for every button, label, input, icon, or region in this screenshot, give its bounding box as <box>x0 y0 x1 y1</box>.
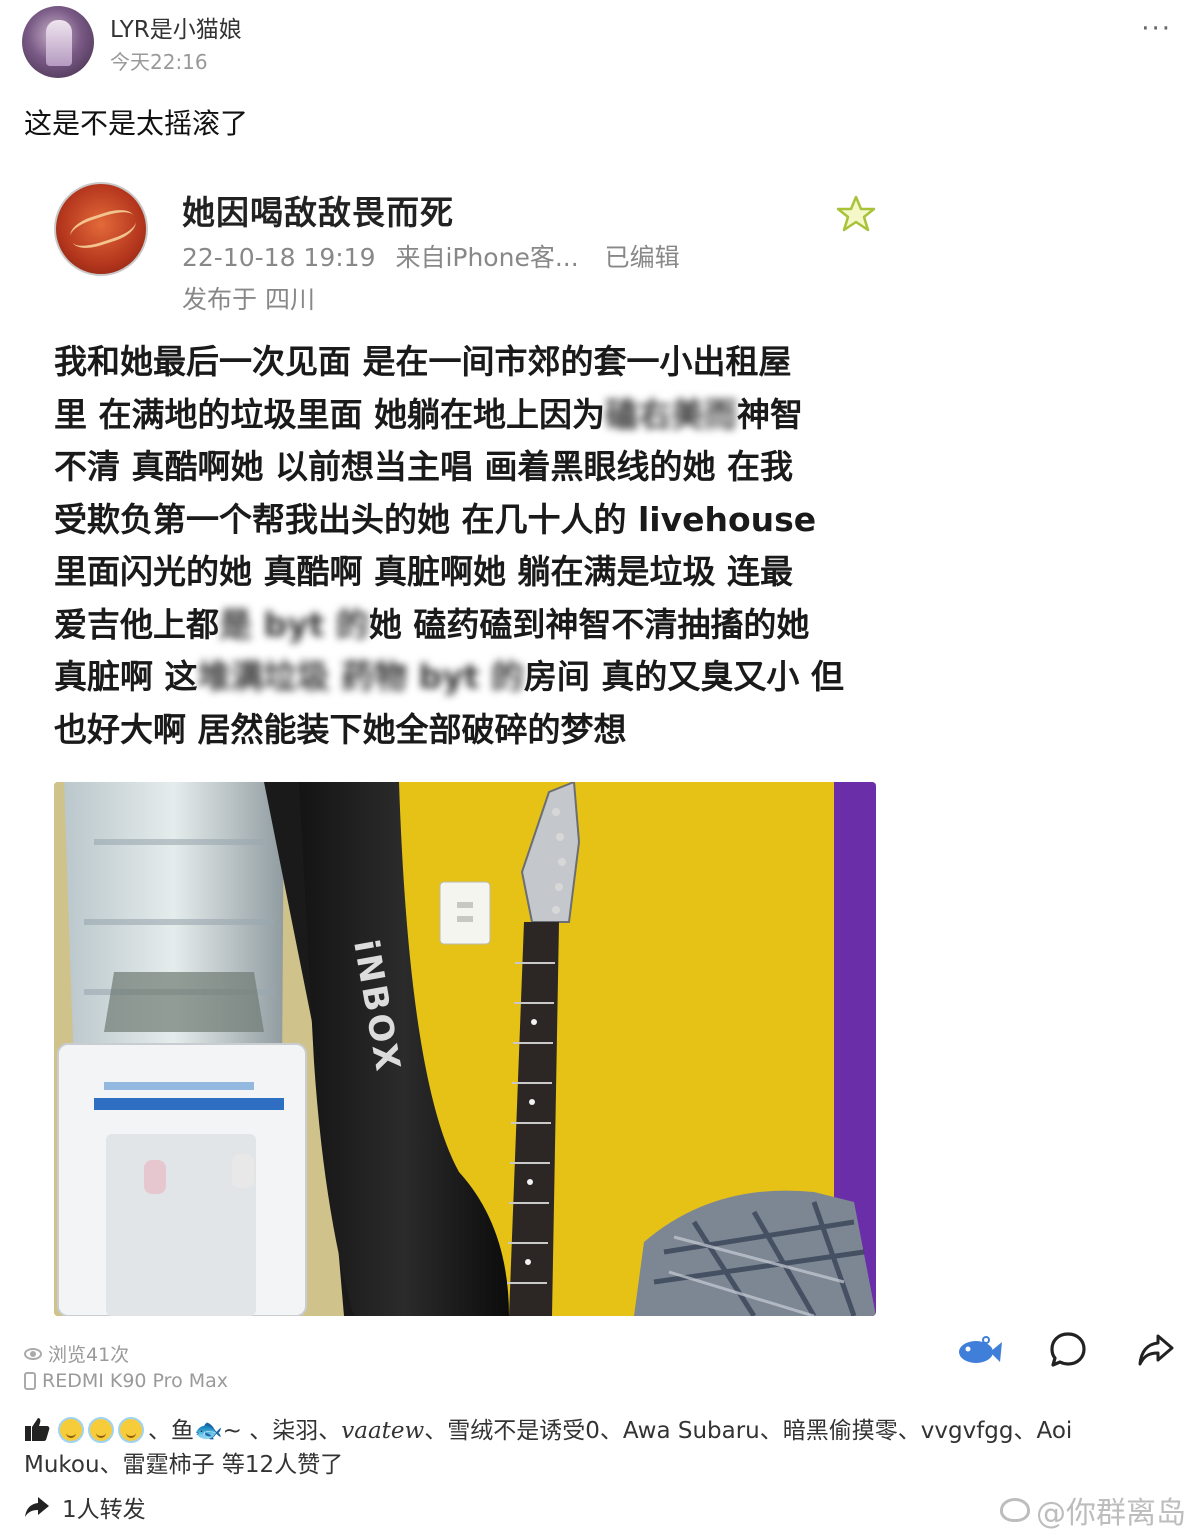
likes-list[interactable]: 、鱼🐟~ 、柒羽、vaatew、雪绒不是诱受0、Awa Subaru、暗黑偷摸零… <box>24 1414 1164 1482</box>
fish-emoji: 🐟 <box>194 1418 223 1444</box>
post-photo[interactable]: iNBOX <box>54 782 876 1316</box>
smile-emoji <box>58 1417 84 1443</box>
quoted-location: 发布于 四川 <box>182 285 315 314</box>
body-line: 不清 真酷啊她 以前想当主唱 画着黑眼线的她 在我 <box>54 447 793 486</box>
comment-button[interactable] <box>1048 1330 1088 1370</box>
quoted-body: 我和她最后一次见面 是在一间市郊的套一小出租屋 里 在满地的垃圾里面 她躺在地上… <box>54 336 884 756</box>
body-line: 也好大啊 居然能装下她全部破碎的梦想 <box>54 709 627 749</box>
body-line: 里面闪光的她 真酷啊 真脏啊她 躺在满是垃圾 连最 <box>54 552 793 591</box>
quoted-avatar <box>54 182 148 276</box>
more-icon[interactable]: ··· <box>1141 14 1172 44</box>
repost-count[interactable]: 1人转发 <box>24 1490 146 1524</box>
star-icon <box>836 195 876 232</box>
device-info: REDMI K90 Pro Max <box>24 1370 228 1392</box>
view-count: 浏览41次 <box>24 1340 129 1367</box>
post-time: 今天22:16 <box>110 50 208 74</box>
quoted-meta: 22-10-18 19:19 来自iPhone客... 已编辑 <box>182 238 692 274</box>
post-caption: 这是不是太摇滚了 <box>24 107 249 140</box>
body-line: 受欺负第一个帮我出头的她 在几十人的 livehouse <box>54 499 817 539</box>
weibo-icon <box>1000 1498 1030 1522</box>
eye-icon <box>24 1347 42 1360</box>
repost-icon <box>25 1497 49 1517</box>
quoted-name: 她因喝敌敌畏而死 <box>182 193 454 232</box>
body-line: 真脏啊 这堆满垃圾 药物 byt 的房间 真的又臭又小 但 <box>54 657 844 696</box>
blurred-text: 是 byt 的 <box>219 604 369 644</box>
fish-like-button[interactable] <box>956 1334 1002 1366</box>
thumbs-up-icon <box>25 1418 50 1441</box>
blurred-text: 磕右美而 <box>604 394 737 434</box>
quoted-screenshot[interactable]: 她因喝敌敌畏而死 22-10-18 19:19 来自iPhone客... 已编辑… <box>0 160 1200 1330</box>
user-avatar[interactable] <box>22 6 94 78</box>
watermark: @你群离岛 <box>1000 1488 1186 1532</box>
smile-emoji <box>118 1417 144 1443</box>
body-line: 里 在满地的垃圾里面 她躺在地上因为磕右美而神智 <box>54 394 803 434</box>
quoted-date: 22-10-18 19:19 <box>182 243 376 272</box>
blurred-text: 堆满垃圾 药物 byt 的 <box>197 657 524 696</box>
quoted-source: 来自iPhone客... <box>395 243 579 272</box>
phone-icon <box>24 1372 36 1390</box>
smile-emoji <box>88 1417 114 1443</box>
share-button[interactable] <box>1136 1330 1176 1370</box>
body-line: 爱吉他上都是 byt 的她 磕药磕到神智不清抽搐的她 <box>54 604 810 644</box>
body-line: 我和她最后一次见面 是在一间市郊的套一小出租屋 <box>54 342 792 381</box>
quoted-edited: 已编辑 <box>604 243 680 272</box>
username[interactable]: LYR是小猫娘 <box>110 10 242 44</box>
